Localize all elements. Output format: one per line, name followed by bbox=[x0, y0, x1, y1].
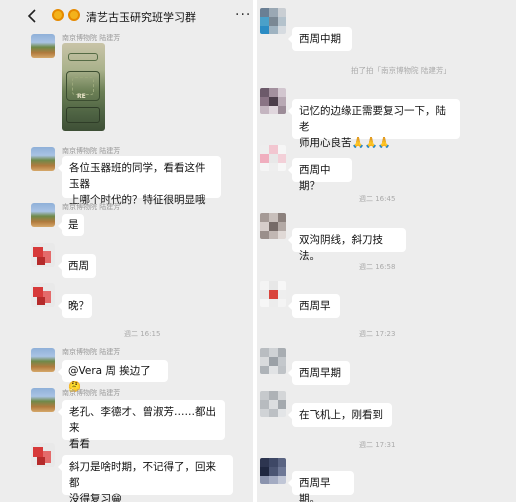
timestamp: 週二 16:58 bbox=[359, 263, 396, 271]
message-bubble[interactable]: 西周早期。 bbox=[288, 471, 354, 502]
message-text: 在飞机上，刚看到 bbox=[299, 409, 383, 421]
sender-name: 南京博物院 陆建芳 bbox=[62, 147, 121, 155]
avatar[interactable] bbox=[260, 8, 286, 34]
message-text: 各位玉器班的同学，看看这件玉器 bbox=[69, 162, 206, 190]
message-text: 看看 bbox=[69, 438, 90, 450]
sender-name: 南京博物院 陆建芳 bbox=[62, 34, 121, 42]
image-caption: RE bbox=[77, 93, 86, 100]
system-notice: 拍了拍「南京博物院 陆建芳」 bbox=[351, 66, 451, 75]
avatar[interactable] bbox=[31, 283, 55, 307]
message-text: 西周中期 bbox=[299, 33, 341, 45]
timestamp: 週二 16:15 bbox=[124, 330, 161, 338]
avatar[interactable] bbox=[31, 203, 55, 227]
message-text: 没得复习😁 bbox=[69, 493, 122, 502]
message-bubble[interactable]: @Vera 周 挨边了🤔 bbox=[58, 360, 168, 393]
message-bubble[interactable]: 晚？ bbox=[58, 294, 92, 318]
message-text: 老孔、李德才、曾淑芳……都出来 bbox=[69, 406, 216, 434]
message-text: 是 bbox=[68, 219, 79, 231]
sender-name: 南京博物院 陆建芳 bbox=[62, 389, 121, 397]
avatar[interactable] bbox=[260, 213, 286, 239]
timestamp: 週二 16:45 bbox=[359, 195, 396, 203]
message-text: 师用心良苦🙏🙏🙏 bbox=[299, 137, 391, 149]
avatar[interactable] bbox=[260, 88, 286, 114]
message-bubble[interactable]: 记忆的边缘正需要复习一下，陆老 师用心良苦🙏🙏🙏 bbox=[288, 99, 460, 149]
message-text: 西周早期 bbox=[299, 367, 341, 379]
message-bubble[interactable]: 双沟阴线，斜刀技法。 bbox=[288, 228, 406, 262]
timestamp: 週二 17:23 bbox=[359, 330, 396, 338]
sender-name: 南京博物院 陆建芳 bbox=[62, 203, 121, 211]
avatar[interactable] bbox=[260, 348, 286, 374]
avatar[interactable] bbox=[260, 281, 286, 307]
message-bubble[interactable]: 是 bbox=[58, 214, 84, 236]
message-text: 斜刀是啥时期，不记得了，回来都 bbox=[69, 461, 216, 489]
sender-name: 南京博物院 陆建芳 bbox=[62, 348, 121, 356]
message-bubble[interactable]: 斜刀是啥时期，不记得了，回来都 没得复习😁 bbox=[58, 455, 233, 502]
chat-column-left: 清艺古玉研究班学习群 ··· 南京博物院 陆建芳 RE 南京博物院 陆建芳 各位… bbox=[0, 0, 253, 502]
avatar[interactable] bbox=[260, 145, 286, 171]
message-bubble[interactable]: 西周中期 bbox=[288, 27, 352, 51]
avatar[interactable] bbox=[260, 391, 286, 417]
message-text: 晚？ bbox=[68, 300, 89, 312]
avatar[interactable] bbox=[31, 348, 55, 372]
message-bubble[interactable]: 西周早 bbox=[288, 294, 340, 318]
chat-title: 清艺古玉研究班学习群 bbox=[86, 11, 196, 24]
timestamp: 週二 17:31 bbox=[359, 441, 396, 449]
avatar[interactable] bbox=[260, 458, 286, 484]
more-options-icon[interactable]: ··· bbox=[235, 8, 251, 22]
avatar[interactable] bbox=[31, 388, 55, 412]
message-text: 西周 bbox=[68, 260, 89, 272]
message-bubble[interactable]: 西周中期？ bbox=[288, 158, 352, 192]
avatar[interactable] bbox=[31, 443, 55, 467]
message-text: 双沟阴线，斜刀技法。 bbox=[299, 234, 383, 262]
message-text: 西周中期？ bbox=[299, 164, 331, 192]
message-bubble[interactable]: 西周 bbox=[58, 254, 96, 278]
sunflower-icon bbox=[68, 9, 80, 21]
message-text: 西周早 bbox=[299, 300, 331, 312]
sunflower-icon bbox=[52, 9, 64, 21]
back-arrow-icon[interactable] bbox=[26, 9, 38, 23]
message-bubble[interactable]: 在飞机上，刚看到 bbox=[288, 403, 392, 427]
chat-column-right: 西周中期 拍了拍「南京博物院 陆建芳」 记忆的边缘正需要复习一下，陆老 师用心良… bbox=[257, 0, 516, 502]
avatar[interactable] bbox=[31, 243, 55, 267]
message-text: 西周早期。 bbox=[299, 477, 331, 502]
message-bubble[interactable]: 老孔、李德才、曾淑芳……都出来 看看 bbox=[58, 400, 225, 450]
jade-image[interactable]: RE bbox=[62, 43, 105, 131]
message-bubble[interactable]: 西周早期 bbox=[288, 361, 350, 385]
message-text: 记忆的边缘正需要复习一下，陆老 bbox=[299, 105, 446, 133]
message-bubble[interactable]: 各位玉器班的同学，看看这件玉器 上哪个时代的？特征很明显哦 bbox=[58, 156, 221, 206]
chat-header: 清艺古玉研究班学习群 ··· bbox=[0, 0, 253, 34]
avatar[interactable] bbox=[31, 147, 55, 171]
avatar[interactable] bbox=[31, 34, 55, 58]
